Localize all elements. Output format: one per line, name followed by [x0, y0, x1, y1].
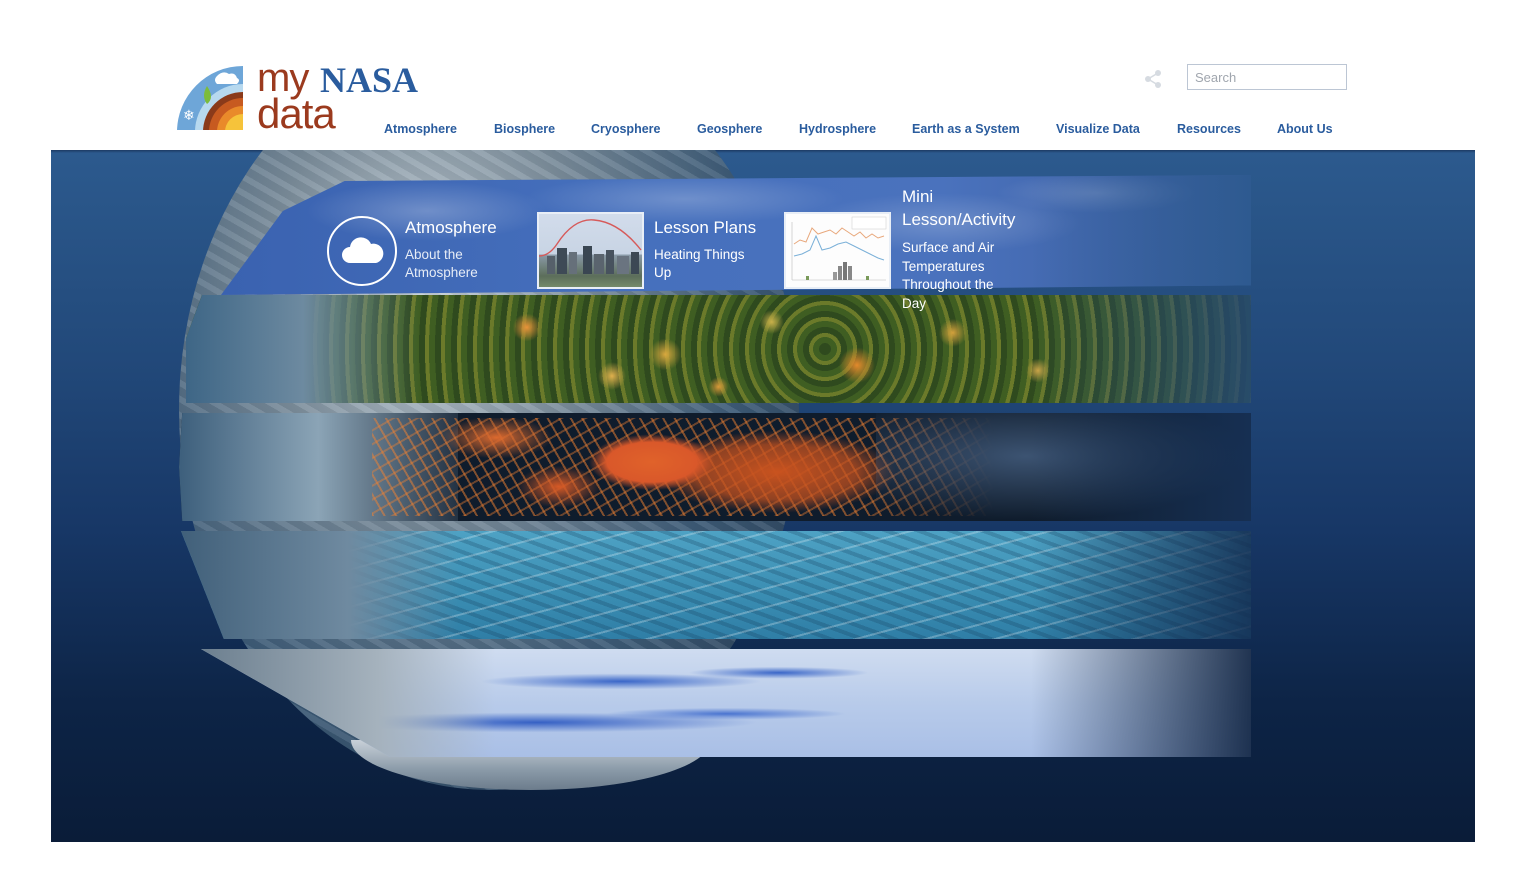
city-heat-curve-image — [539, 219, 642, 274]
earth-layers-logo-icon: ❄ — [177, 66, 243, 130]
logo-text-data: data — [257, 90, 336, 137]
mini-lesson-title-2[interactable]: Lesson/Activity — [902, 210, 1015, 230]
lesson-plans-subtitle-2[interactable]: Up — [654, 263, 671, 282]
temperature-chart-image — [791, 216, 887, 281]
atmosphere-band-content: Atmosphere About the Atmosphere Lesson P… — [51, 150, 1475, 842]
mini-lesson-subtitle-1[interactable]: Surface and Air — [902, 238, 994, 257]
nav-biosphere[interactable]: Biosphere — [494, 122, 555, 136]
nav-cryosphere[interactable]: Cryosphere — [591, 122, 660, 136]
lesson-plans-title[interactable]: Lesson Plans — [654, 218, 756, 238]
atmosphere-card-subtitle-2[interactable]: Atmosphere — [405, 263, 478, 282]
atmosphere-card-title[interactable]: Atmosphere — [405, 218, 497, 238]
nav-atmosphere[interactable]: Atmosphere — [384, 122, 457, 136]
nav-geosphere[interactable]: Geosphere — [697, 122, 762, 136]
share-icon[interactable] — [1143, 69, 1163, 89]
lesson-plans-subtitle-1[interactable]: Heating Things — [654, 245, 745, 264]
mini-lesson-subtitle-4[interactable]: Day — [902, 294, 926, 313]
nav-visualize-data[interactable]: Visualize Data — [1056, 122, 1140, 136]
svg-text:❄: ❄ — [183, 108, 195, 124]
mini-lesson-thumbnail[interactable] — [784, 212, 891, 289]
mini-lesson-subtitle-3[interactable]: Throughout the — [902, 275, 994, 294]
nav-about-us[interactable]: About Us — [1277, 122, 1333, 136]
mini-lesson-title-1[interactable]: Mini — [902, 187, 933, 207]
nav-earth-as-a-system[interactable]: Earth as a System — [912, 122, 1020, 136]
atmosphere-card-subtitle-1[interactable]: About the — [405, 245, 463, 264]
cloud-icon — [342, 237, 384, 263]
search-input[interactable] — [1187, 64, 1347, 90]
nav-hydrosphere[interactable]: Hydrosphere — [799, 122, 876, 136]
atmosphere-link-circle[interactable] — [327, 216, 397, 286]
mini-lesson-subtitle-2[interactable]: Temperatures — [902, 257, 985, 276]
nav-resources[interactable]: Resources — [1177, 122, 1241, 136]
site-header: ❄ my NASA data Atmosphere Biosphere Cryo… — [0, 0, 1528, 150]
hero-banner: Atmosphere About the Atmosphere Lesson P… — [51, 150, 1475, 842]
lesson-plan-thumbnail[interactable] — [537, 212, 644, 289]
